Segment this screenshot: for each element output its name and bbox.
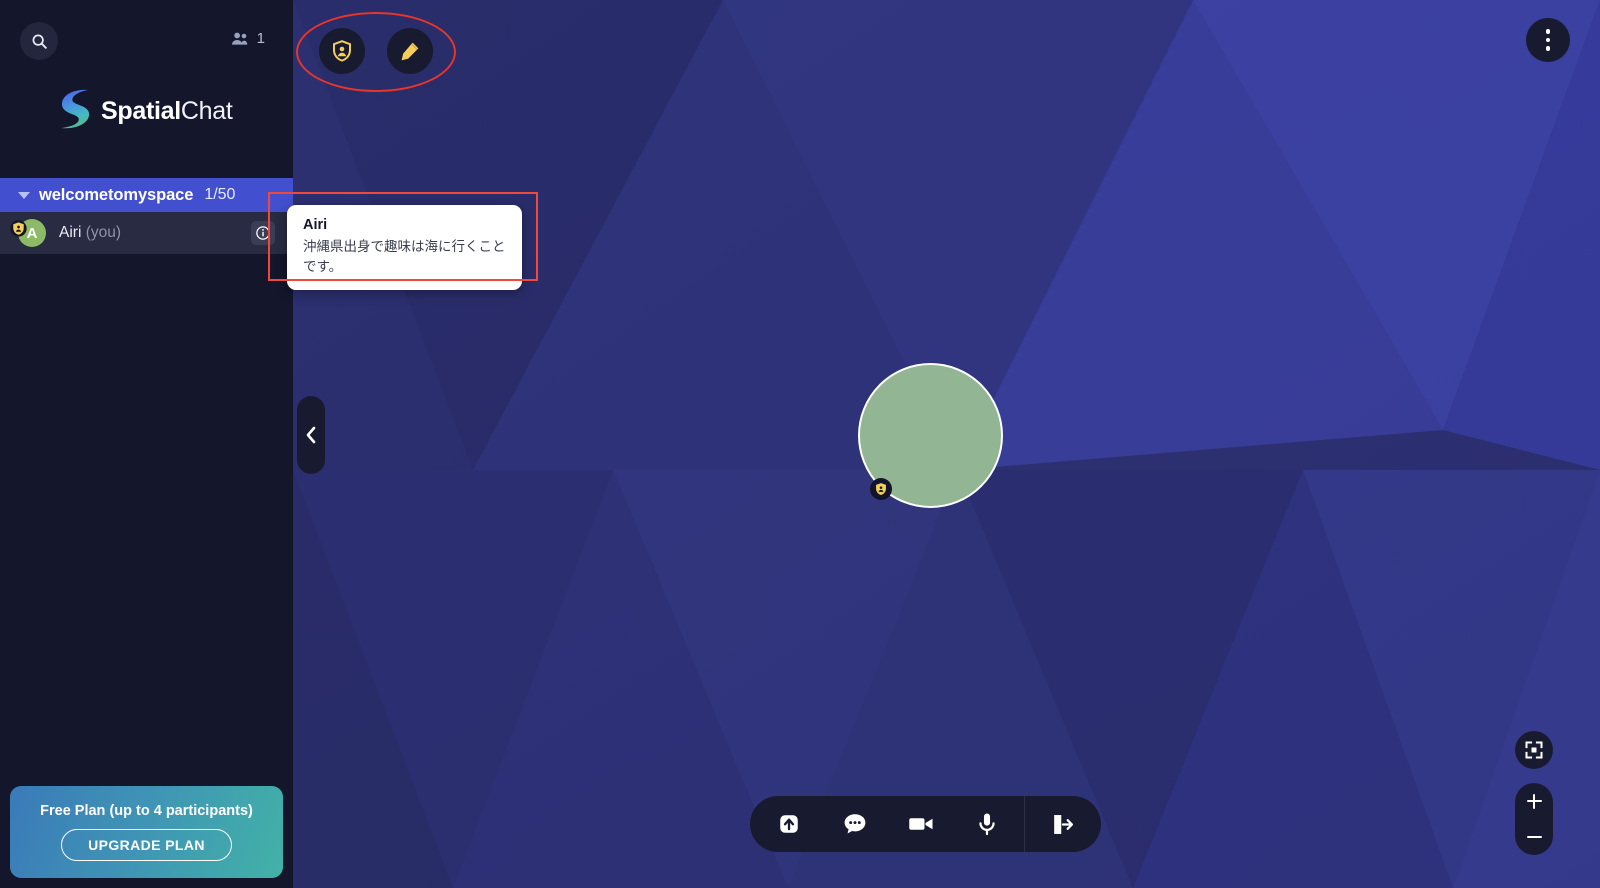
chevron-left-icon [306, 426, 316, 444]
shield-person-icon [876, 483, 886, 496]
exit-door-icon [1053, 814, 1073, 834]
space-capacity: 1/50 [204, 186, 236, 203]
leave-button[interactable] [1029, 796, 1095, 852]
participant-row-airi[interactable]: A Airi (you) [0, 212, 293, 254]
participant-you-label: (you) [85, 224, 122, 241]
avatar-initial: A [26, 224, 38, 242]
fit-to-screen-icon [1525, 741, 1543, 759]
avatar: A [10, 219, 46, 247]
participant-count-value: 1 [256, 30, 265, 47]
app-logo-text: SpatialChat [101, 96, 233, 125]
chat-button[interactable] [822, 796, 888, 852]
video-camera-icon [909, 818, 933, 830]
info-icon [256, 226, 270, 240]
bubble-moderator-badge [870, 478, 892, 500]
participant-name: Airi (you) [59, 224, 121, 242]
participant-count: 1 [230, 30, 265, 47]
bottom-toolbar [750, 796, 1101, 852]
pencil-icon [401, 42, 419, 61]
camera-button[interactable] [888, 796, 954, 852]
share-screen-button[interactable] [756, 796, 822, 852]
spatialchat-logo-icon [61, 89, 90, 129]
plan-card: Free Plan (up to 4 participants) UPGRADE… [10, 786, 283, 878]
chat-bubble-icon [844, 814, 866, 834]
zoom-out-button[interactable] [1515, 819, 1553, 855]
chevron-down-icon [18, 191, 30, 199]
space-header[interactable]: welcometomyspace 1/50 [0, 178, 293, 212]
user-video-bubble[interactable] [858, 363, 1003, 508]
moderator-badge-button[interactable] [319, 28, 365, 74]
participant-info-button[interactable] [251, 221, 275, 245]
tooltip-description: 沖縄県出身で趣味は海に行くことです。 [303, 238, 506, 274]
collapse-sidebar-button[interactable] [297, 396, 325, 474]
microphone-icon [979, 813, 995, 836]
zoom-controls [1515, 783, 1553, 855]
shield-person-icon [333, 40, 351, 62]
fit-to-screen-button[interactable] [1515, 731, 1553, 769]
tooltip-name: Airi [303, 217, 328, 233]
share-up-icon [780, 815, 798, 833]
three-dots-vertical-icon [1545, 29, 1551, 34]
space-name: welcometomyspace [39, 185, 194, 204]
spatial-canvas[interactable] [293, 0, 1600, 888]
search-button[interactable] [20, 22, 58, 60]
plan-title: Free Plan (up to 4 participants) [40, 803, 253, 819]
canvas-menu-button[interactable] [1526, 18, 1570, 62]
sidebar-header: 1 SpatialChat [0, 0, 293, 178]
app-logo: SpatialChat [58, 88, 233, 134]
zoom-in-button[interactable] [1515, 783, 1553, 819]
toolbar-divider [1024, 796, 1025, 852]
canvas-top-tools [319, 28, 433, 74]
participant-tooltip-card: Airi 沖縄県出身で趣味は海に行くことです。 [287, 205, 522, 291]
brand-light: Chat [180, 96, 233, 125]
participant-display-name: Airi [59, 224, 82, 241]
sidebar-spacer [0, 254, 293, 786]
search-icon [32, 34, 47, 49]
spatialchat-app: 1 SpatialChat welcometomyspace 1/50 A Ai… [0, 0, 1600, 888]
brand-bold: Spatial [101, 96, 181, 125]
edit-button[interactable] [387, 28, 433, 74]
upgrade-plan-button[interactable]: UPGRADE PLAN [61, 829, 232, 861]
people-icon [231, 32, 247, 45]
microphone-button[interactable] [954, 796, 1020, 852]
sidebar: 1 SpatialChat welcometomyspace 1/50 A Ai… [0, 0, 293, 888]
shield-person-icon [10, 220, 27, 237]
